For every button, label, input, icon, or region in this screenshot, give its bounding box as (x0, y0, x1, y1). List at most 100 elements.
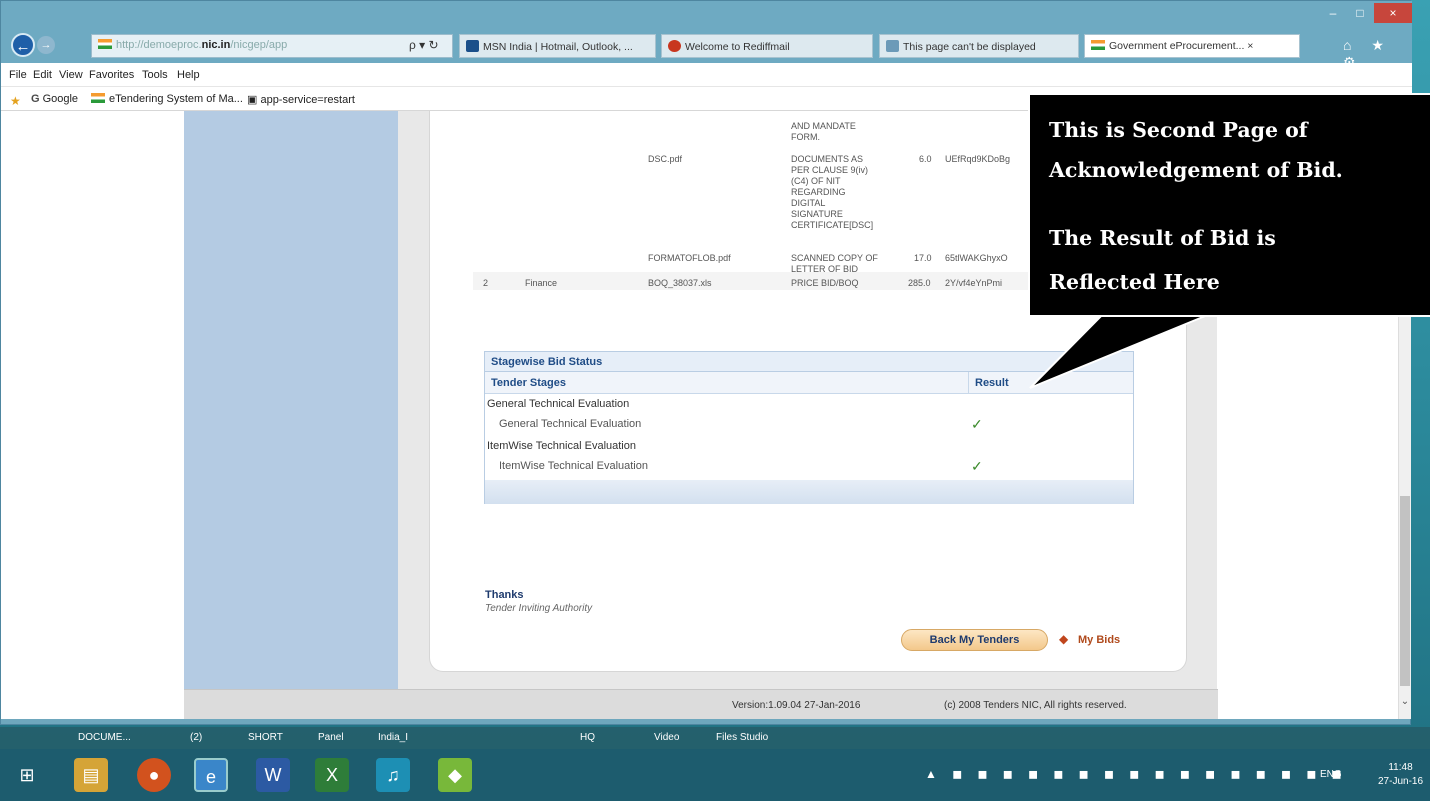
copyright-text: (c) 2008 Tenders NIC, All rights reserve… (944, 700, 1127, 711)
nic-flag-icon (91, 93, 105, 103)
forward-button[interactable]: → (37, 36, 55, 54)
checkmark-icon: ✓ (971, 458, 983, 474)
menu-edit[interactable]: Edit (33, 69, 52, 81)
desktop-icon-label[interactable]: SHORT (248, 732, 283, 743)
menu-tools[interactable]: Tools (142, 69, 168, 81)
doc-file-link[interactable]: BOQ_38037.xls (648, 278, 712, 289)
stage-label: General Technical Evaluation (487, 398, 630, 410)
search-refresh-icon[interactable]: ρ ▾ ↻ (409, 38, 439, 52)
fav-app-service[interactable]: ▣ app-service=restart (247, 93, 355, 106)
menu-favorites[interactable]: Favorites (89, 69, 134, 81)
fav-google[interactable]: G Google (31, 93, 78, 105)
callout-line: The Result of Bid is (1049, 226, 1276, 250)
fav-etendering[interactable]: eTendering System of Ma... (91, 93, 243, 105)
internet-explorer-icon[interactable]: e (194, 758, 228, 792)
tab-msn[interactable]: MSN India | Hotmail, Outlook, ... (459, 34, 656, 58)
my-bids-link[interactable]: My Bids (1078, 634, 1120, 646)
desktop-icon-label[interactable]: Files Studio (716, 732, 768, 743)
doc-size: 17.0 (914, 253, 932, 263)
doc-size: 285.0 (908, 278, 931, 288)
column-header-result: Result (975, 377, 1009, 389)
language-indicator[interactable]: ENG (1320, 769, 1342, 780)
fav-label: eTendering System of Ma... (109, 93, 243, 105)
left-sidebar (184, 111, 398, 719)
doc-hash: 2Y/vf4eYnPmi (945, 278, 1003, 288)
msn-icon (466, 40, 479, 52)
table-footer (485, 480, 1133, 504)
tab-page-error[interactable]: This page can't be displayed (879, 34, 1079, 58)
close-button[interactable]: × (1374, 3, 1412, 23)
scrollbar-thumb[interactable] (1400, 496, 1410, 686)
callout-line: Acknowledgement of Bid. (1049, 158, 1343, 182)
doc-desc: DOCUMENTS AS PER CLAUSE 9(iv) (C4) OF NI… (791, 154, 874, 230)
word-icon[interactable]: W (256, 758, 290, 792)
my-bids-icon[interactable]: ◆ (1059, 632, 1068, 646)
clock-date: 27-Jun-16 (1378, 776, 1424, 787)
headset-icon[interactable]: ♫ (376, 758, 410, 792)
address-domain: nic.in (201, 39, 231, 51)
desktop-icon-label[interactable]: DOCUME... (78, 732, 131, 743)
menu-view[interactable]: View (59, 69, 83, 81)
favorites-star-icon[interactable]: ★ (10, 94, 21, 108)
fav-label: Google (42, 93, 79, 105)
table-row: ItemWise Technical Evaluation ✓ (485, 456, 1133, 476)
site-flag-icon (98, 39, 112, 49)
scroll-down-arrow-icon[interactable]: ⌄ (1399, 696, 1411, 707)
ie-page-icon (886, 40, 899, 52)
fav-label: app-service=restart (260, 94, 355, 106)
table-row: General Technical Evaluation (485, 394, 1133, 414)
desktop-icon-label[interactable]: HQ (580, 732, 595, 743)
doc-hash: 65tlWAKGhyxO (945, 253, 1008, 263)
menu-file[interactable]: File (9, 69, 27, 81)
excel-icon[interactable]: X (315, 758, 349, 792)
tab-eprocurement[interactable]: Government eProcurement... × (1084, 34, 1300, 58)
clock-time: 11:48 (1388, 762, 1413, 773)
page-footer: Version:1.09.04 27-Jan-2016 (c) 2008 Ten… (184, 689, 1218, 719)
doc-cover: Finance (525, 278, 558, 288)
doc-desc: AND MANDATE FORM. (791, 121, 856, 142)
doc-hash: UEfRqd9KDoBg (945, 154, 1011, 164)
maximize-button[interactable]: □ (1347, 3, 1373, 23)
table-row: General Technical Evaluation ✓ (485, 414, 1133, 434)
doc-file-link[interactable]: FORMATOFLOB.pdf (648, 253, 731, 264)
desktop-icon-label[interactable]: Video (654, 732, 679, 743)
doc-desc: PRICE BID/BOQ (791, 278, 859, 288)
file-explorer-icon[interactable]: ▤ (74, 758, 108, 792)
column-header-stages: Tender Stages (491, 377, 566, 389)
tab-label: This page can't be displayed (903, 41, 1036, 53)
menu-bar: File Edit View Favorites Tools Help (1, 63, 1412, 87)
system-tray-icons[interactable]: ▲ ◼ ◼ ◼ ◼ ◼ ◼ ◼ ◼ ◼ ◼ ◼ ◼ ◼ ◼ ◼ ◼ (925, 767, 1348, 781)
desktop-icon-label[interactable]: Panel (318, 732, 344, 743)
table-row: ItemWise Technical Evaluation (485, 436, 1133, 456)
desktop-icon-strip: DOCUME... (2) SHORT Panel India_I HQ Vid… (0, 727, 1430, 749)
callout-line: Reflected Here (1049, 270, 1220, 294)
version-text: Version:1.09.04 27-Jan-2016 (732, 700, 861, 711)
thanks-text: Thanks (485, 589, 524, 601)
windows-taskbar: ⊞ ▤ ● e W X ♫ ◆ ▲ ◼ ◼ ◼ ◼ ◼ ◼ ◼ ◼ ◼ ◼ ◼ … (0, 749, 1430, 801)
clock[interactable]: 11:48 27-Jun-16 (1378, 761, 1423, 789)
address-prefix: http://demoeproc. (116, 39, 202, 51)
tender-authority-text: Tender Inviting Authority (485, 603, 593, 614)
windows-start-icon[interactable]: ⊞ (10, 758, 44, 792)
page-icon: ▣ (247, 94, 261, 106)
bluestacks-icon[interactable]: ◆ (438, 758, 472, 792)
stage-label: ItemWise Technical Evaluation (499, 460, 648, 472)
address-bar[interactable]: http://demoeproc.nic.in/nicgep/app (91, 34, 453, 58)
nic-flag-icon (1091, 40, 1105, 50)
tab-label: MSN India | Hotmail, Outlook, ... (483, 41, 633, 53)
firefox-icon[interactable]: ● (137, 758, 171, 792)
desktop-icon-label[interactable]: (2) (190, 732, 202, 743)
desktop-icon-label[interactable]: India_I (378, 732, 408, 743)
doc-size: 6.0 (919, 154, 932, 164)
tab-label: Welcome to Rediffmail (685, 41, 790, 53)
back-button[interactable]: ← (11, 33, 35, 57)
callout-line: This is Second Page of (1049, 118, 1308, 142)
table-header: Tender Stages Result (485, 372, 1133, 394)
back-my-tenders-button[interactable]: Back My Tenders (901, 629, 1048, 651)
doc-sno: 2 (483, 278, 489, 288)
doc-file-link[interactable]: DSC.pdf (648, 154, 682, 165)
browser-titlebar: – □ × ← → http://demoeproc.nic.in/nicgep… (1, 1, 1412, 70)
tab-rediffmail[interactable]: Welcome to Rediffmail (661, 34, 873, 58)
menu-help[interactable]: Help (177, 69, 200, 81)
minimize-button[interactable]: – (1320, 3, 1346, 23)
